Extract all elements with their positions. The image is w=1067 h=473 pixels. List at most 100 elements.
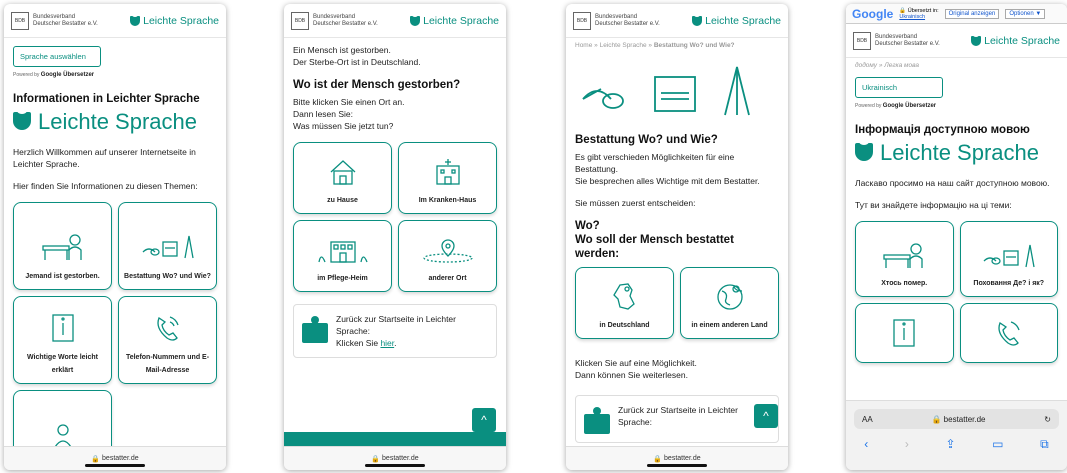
leichte-sprache-logo: Leichte Sprache (855, 138, 1058, 163)
leichte-sprache-link[interactable]: Leichte Sprache (130, 12, 219, 27)
welcome-text: Ласкаво просимо на наш сайт доступною мо… (855, 178, 1050, 188)
tile-jemand-gestorben[interactable]: Хтось помер. (855, 221, 954, 297)
org-logo[interactable]: BDB Bundesverband Deutscher Bestatter e.… (11, 11, 98, 30)
back-to-start-box: Zurück zur Startseite in Leichter Sprach… (293, 304, 497, 358)
intro-text: Ein Mensch ist gestorben. Der Sterbe-Ort … (293, 45, 421, 67)
org-name-line1: Bundesverband (33, 13, 76, 20)
breadcrumb: додому » Легка мова (855, 62, 919, 69)
info-document-icon (893, 319, 915, 347)
instruction-text: Bitte klicken Sie einen Ort an. Dann lese… (293, 97, 405, 131)
org-logo[interactable]: BDB Bundesverband Deutscher Bestatter e.… (291, 11, 378, 30)
org-name-line2: Deutscher Bestatter e.V. (33, 20, 98, 27)
options-button[interactable]: Optionen ▼ (1005, 8, 1046, 19)
site-header: BDB Bundesverband Deutscher Bestatter e.… (846, 24, 1067, 58)
burial-icon (142, 235, 194, 259)
location-pin-icon (422, 239, 473, 263)
sprout-icon (13, 107, 31, 130)
burial-illustration-icon (582, 66, 750, 116)
share-icon[interactable]: ⇪ (945, 437, 955, 452)
book-icon (584, 407, 610, 434)
org-name-line2: Deutscher Bestatter e.V. (313, 20, 378, 27)
crumb-current: Bestattung Wo? und Wie? (653, 42, 735, 49)
page-title: Інформація доступною мовою (855, 124, 1030, 136)
leichte-sprache-link[interactable]: Leichte Sprache (410, 12, 499, 27)
burial-icon (983, 244, 1035, 268)
welcome-text: Herzlich Willkommen auf unserer Internet… (13, 147, 196, 169)
care-home-icon (317, 241, 368, 263)
tile-telefon[interactable] (959, 303, 1058, 363)
tile-bestattung[interactable]: Bestattung Wo? und Wie? (118, 202, 217, 290)
address-bar[interactable]: 🔒 bestatter.de (566, 446, 788, 470)
google-translate-credit: Powered by Google Übersetzer (13, 72, 95, 78)
forward-icon[interactable]: › (905, 437, 909, 452)
org-logo[interactable]: BDB Bundesverband Deutscher Bestatter e.… (853, 31, 940, 50)
tile-worte-erklaert[interactable]: Wichtige Worte leicht erklärt (13, 296, 112, 384)
google-translate-bar: Google 🔒 Übersetzt in: Ukrainisch Origina… (846, 4, 1067, 24)
google-logo: Google (852, 6, 894, 21)
click-instruction: Klicken Sie auf eine Möglichkeit. Dann kö… (575, 358, 697, 380)
tile-jemand-gestorben[interactable]: Jemand ist gestorben. (13, 202, 112, 290)
crumb-leichte-sprache[interactable]: Leichte Sprache (600, 42, 647, 49)
back-icon[interactable]: ‹ (864, 437, 868, 452)
scroll-up-button[interactable]: ^ (472, 408, 496, 432)
phone-icon (156, 316, 179, 341)
site-header: BDB Bundesverband Deutscher Bestatter e.… (4, 4, 226, 38)
back-to-start-box: Zurück zur Startseite in Leichter Sprach… (575, 395, 779, 443)
sprout-icon (692, 12, 703, 26)
tile-in-deutschland[interactable]: in Deutschland (575, 267, 674, 339)
hospital-icon (435, 159, 460, 185)
reload-icon[interactable]: ↻ (1044, 415, 1051, 424)
site-header: BDB Bundesverband Deutscher Bestatter e.… (566, 4, 788, 38)
leichte-sprache-link[interactable]: Leichte Sprache (692, 12, 781, 27)
screen-home-uk-translated: Google 🔒 Übersetzt in: Ukrainisch Origina… (846, 4, 1067, 470)
paragraph-1: Es gibt verschieden Möglichkeiten für ei… (575, 152, 760, 186)
person-bed-icon (41, 234, 82, 260)
tile-anderes-land[interactable]: in einem anderen Land (680, 267, 779, 339)
person-icon (53, 424, 72, 447)
paragraph-2: Sie müssen zuerst entscheiden: (575, 198, 696, 208)
org-name-line2: Deutscher Bestatter e.V. (595, 20, 660, 27)
leichte-sprache-link[interactable]: Leichte Sprache (971, 32, 1060, 47)
language-select-button[interactable]: Sprache auswählen (13, 46, 101, 67)
bdb-logo-icon: BDB (291, 11, 309, 30)
tile-telefon[interactable]: Telefon-Nummern und E-Mail-Adresse (118, 296, 217, 384)
globe-icon (716, 284, 743, 310)
bookmarks-icon[interactable]: ▭ (992, 437, 1003, 452)
site-header: BDB Bundesverband Deutscher Bestatter e.… (284, 4, 506, 38)
book-icon (302, 316, 328, 343)
tile-krankenhaus[interactable]: Im Kranken-Haus (398, 142, 497, 214)
sprout-icon (971, 32, 982, 46)
sprout-icon (410, 12, 421, 26)
url-field[interactable]: AA 🔒 bestatter.de ↻ (854, 409, 1059, 429)
text-size-button[interactable]: AA (862, 415, 873, 424)
org-logo[interactable]: BDB Bundesverband Deutscher Bestatter e.… (573, 11, 660, 30)
house-icon (330, 160, 355, 185)
bdb-logo-icon: BDB (573, 11, 591, 30)
germany-map-icon (612, 283, 635, 310)
page-title: Informationen in Leichter Sprache (13, 93, 200, 105)
back-link[interactable]: hier (380, 338, 394, 348)
tabs-icon[interactable]: ⧉ (1040, 437, 1049, 452)
org-name-line2: Deutscher Bestatter e.V. (875, 40, 940, 47)
tile-zu-hause[interactable]: zu Hause (293, 142, 392, 214)
screen-bestattung: BDB Bundesverband Deutscher Bestatter e.… (566, 4, 788, 470)
tile-anderer-ort[interactable]: anderer Ort (398, 220, 497, 292)
show-original-button[interactable]: Original anzeigen (944, 8, 1000, 19)
question-heading: Wo? Wo soll der Mensch bestattet werden: (575, 220, 734, 260)
address-bar[interactable]: 🔒 bestatter.de (4, 446, 226, 470)
breadcrumb: Home » Leichte Sprache » Bestattung Wo? … (575, 42, 735, 49)
person-bed-icon (883, 243, 923, 268)
scroll-up-button[interactable]: ^ (754, 404, 778, 428)
tile-bestattung[interactable]: Поховання Де? і як? (959, 221, 1058, 297)
screen-home-de: BDB Bundesverband Deutscher Bestatter e.… (4, 4, 226, 470)
address-bar[interactable]: 🔒 bestatter.de (284, 446, 506, 470)
tile-pflegeheim[interactable]: im Pflege-Heim (293, 220, 392, 292)
language-select-button[interactable]: Ukrainisch (855, 77, 943, 98)
target-language-select[interactable]: Ukrainisch (899, 14, 925, 20)
tile-worte-erklaert[interactable] (855, 303, 954, 363)
org-name-line1: Bundesverband (875, 33, 918, 40)
bdb-logo-icon: BDB (11, 11, 29, 30)
bdb-logo-icon: BDB (853, 31, 871, 50)
crumb-home[interactable]: Home (575, 42, 592, 49)
safari-toolbar: AA 🔒 bestatter.de ↻ ‹ › ⇪ ▭ ⧉ (846, 400, 1067, 470)
